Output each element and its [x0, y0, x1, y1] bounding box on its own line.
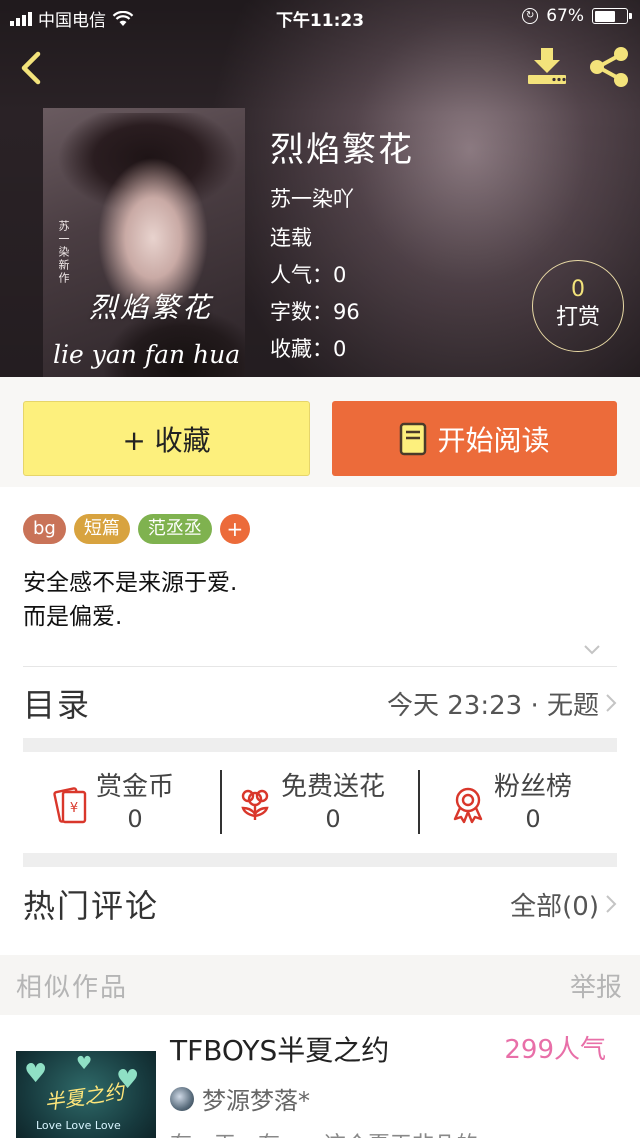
similar-work-item[interactable]: ♥ ♥ ♥ 半夏之约 Love Love Love TFBOYS半夏之约 299… — [0, 1015, 640, 1138]
tip-button[interactable]: 0 打赏 — [532, 260, 624, 352]
battery-icon — [592, 8, 632, 24]
similar-work-author: 梦源梦落* — [202, 1087, 310, 1115]
start-reading-button[interactable]: 开始阅读 — [332, 401, 617, 476]
fans-rank-stat[interactable]: 粉丝榜 0 — [448, 760, 572, 845]
section-separator — [23, 738, 617, 752]
hot-comments-label: 热门评论 — [23, 887, 160, 925]
all-comments-link[interactable]: 全部(0) — [510, 886, 599, 923]
download-button[interactable] — [524, 44, 570, 90]
catalog-label: 目录 — [23, 686, 92, 724]
share-button[interactable] — [586, 44, 632, 90]
latest-chapter: 今天 23:23 · 无题 — [387, 690, 599, 721]
report-link[interactable]: 举报 — [570, 967, 622, 1004]
similar-cover-title: 半夏之约 — [42, 1079, 126, 1115]
favorite-button[interactable]: + 收藏 — [23, 401, 310, 476]
divider — [418, 770, 420, 834]
red-envelope-icon: ¥ — [53, 787, 87, 824]
tag-character[interactable]: 范丞丞 — [137, 514, 212, 544]
similar-works-header: 相似作品 举报 — [0, 955, 640, 1015]
cover-side-text: 苏一染新作 — [57, 220, 70, 285]
book-author[interactable]: 苏一染吖 — [270, 184, 414, 214]
catalog-row[interactable]: 目录 今天 23:23 · 无题 — [23, 668, 617, 738]
flower-icon — [241, 789, 269, 820]
fans-rank-label: 粉丝榜 — [494, 772, 573, 802]
status-bar: 中国电信 下午11:23 ↻ 67% — [0, 0, 640, 34]
flowers-value: 0 — [325, 805, 341, 833]
tag-bg[interactable]: bg — [23, 514, 66, 544]
coins-stat[interactable]: ¥ 赏金币 0 — [50, 760, 174, 845]
tip-count: 0 — [571, 277, 585, 302]
book-icon — [400, 422, 427, 455]
stats-row: ¥ 赏金币 0 免费送花 0 粉丝榜 0 — [23, 760, 617, 845]
tag-list: bg 短篇 范丞丞 + — [23, 514, 250, 544]
synopsis: 安全感不是来源于爱. 而是偏爱. — [23, 566, 237, 634]
book-title: 烈焰繁花 — [270, 130, 414, 170]
book-header: 中国电信 下午11:23 ↻ 67% 苏一染新作 烈焰繁花 lie yan fa… — [0, 0, 640, 377]
start-reading-label: 开始阅读 — [437, 423, 550, 457]
hot-comments-row[interactable]: 热门评论 全部(0) — [23, 868, 617, 940]
similar-work-popularity: 299人气 — [504, 1035, 606, 1065]
avatar — [170, 1086, 194, 1111]
orientation-lock-icon: ↻ — [522, 8, 539, 24]
similar-work-author-row: 梦源梦落* — [170, 1081, 310, 1116]
similar-works-label: 相似作品 — [16, 973, 129, 1003]
book-status: 连载 — [270, 226, 312, 250]
flowers-stat[interactable]: 免费送花 0 — [235, 760, 385, 845]
coins-value: 0 — [127, 805, 143, 833]
similar-work-title: TFBOYS半夏之约 — [170, 1034, 390, 1067]
add-tag-button[interactable]: + — [219, 514, 250, 544]
chevron-down-icon[interactable] — [583, 644, 601, 656]
section-separator — [23, 853, 617, 867]
synopsis-line: 而是偏爱. — [23, 604, 123, 630]
battery-percent: 67% — [546, 6, 584, 26]
book-word-count: 字数：96 — [270, 300, 360, 324]
book-favorites: 收藏：0 — [270, 337, 347, 361]
action-bar: + 收藏 开始阅读 — [0, 377, 640, 487]
fans-rank-value: 0 — [525, 805, 541, 833]
cover-pinyin: lie yan fan hua — [53, 340, 241, 369]
book-popularity: 人气：0 — [270, 263, 347, 287]
medal-icon — [453, 787, 483, 824]
svg-text:¥: ¥ — [70, 801, 78, 816]
tip-label: 打赏 — [555, 305, 600, 330]
chevron-right-icon — [606, 895, 617, 913]
book-info: 烈焰繁花 苏一染吖 连载 人气：0 字数：96 收藏：0 — [270, 128, 414, 368]
divider — [23, 666, 617, 667]
tag-short[interactable]: 短篇 — [73, 514, 130, 544]
back-button[interactable] — [14, 48, 48, 88]
synopsis-line: 安全感不是来源于爱. — [23, 570, 238, 596]
chevron-right-icon — [606, 694, 617, 712]
flowers-label: 免费送花 — [281, 772, 386, 802]
book-cover[interactable]: 苏一染新作 烈焰繁花 lie yan fan hua — [43, 108, 245, 377]
cover-title: 烈焰繁花 — [89, 291, 214, 324]
similar-cover-text: Love Love Love — [36, 1119, 121, 1132]
coins-label: 赏金币 — [96, 772, 175, 802]
divider — [220, 770, 222, 834]
similar-work-description: 有一天，有一一这个夏天非凡的 — [170, 1127, 620, 1138]
similar-work-cover[interactable]: ♥ ♥ ♥ 半夏之约 Love Love Love — [16, 1051, 156, 1138]
